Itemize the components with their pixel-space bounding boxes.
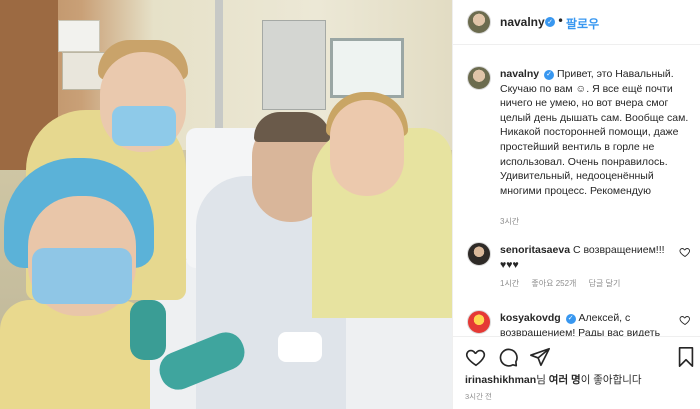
- likes-others[interactable]: 여러 명: [549, 374, 581, 386]
- caption-timestamp[interactable]: 3시간: [500, 216, 519, 227]
- likes-user[interactable]: irinashikhman: [465, 374, 536, 386]
- follow-button[interactable]: 팔로우: [566, 15, 599, 32]
- paper-plane-icon[interactable]: [529, 346, 551, 368]
- comment-avatar[interactable]: [467, 310, 491, 334]
- photo-man-hair: [254, 112, 330, 142]
- photo-bandage: [278, 332, 322, 362]
- heart-icon[interactable]: [679, 314, 691, 326]
- verified-badge-icon: ✓: [565, 314, 576, 324]
- bookmark-icon[interactable]: [675, 346, 697, 368]
- photo-girl-gown: [0, 300, 150, 409]
- comment-avatar[interactable]: [467, 242, 491, 266]
- verified-badge-icon: ✓: [544, 70, 555, 80]
- photo-glove: [130, 300, 166, 360]
- comment-username[interactable]: kosyakovdg: [500, 312, 561, 324]
- post-timestamp[interactable]: 3시간 전: [465, 391, 492, 402]
- likes-middle: 님: [536, 374, 549, 386]
- author-avatar[interactable]: [467, 10, 491, 34]
- photo-monitor: [330, 38, 404, 98]
- heart-icon[interactable]: [465, 346, 487, 368]
- caption-body: Привет, это Навальный. Скучаю по вам ☺. …: [500, 68, 689, 197]
- photo-woman-face: [330, 100, 404, 196]
- post-photo[interactable]: [0, 0, 452, 409]
- comment-text: kosyakovdg ✓ Алексей, с возвращением! Ра…: [500, 311, 670, 336]
- comment-timestamp[interactable]: 1시간: [500, 279, 519, 288]
- verified-badge-icon: ✓: [545, 17, 555, 27]
- comment-likes-count[interactable]: 좋아요 252개: [531, 279, 576, 288]
- reply-button[interactable]: 답글 달기: [589, 279, 621, 288]
- photo-boy-mask: [112, 106, 176, 146]
- photo-girl-mask: [32, 248, 132, 304]
- heart-icon[interactable]: [679, 246, 691, 258]
- comment-username[interactable]: senoritasaeva: [500, 244, 570, 256]
- caption-username[interactable]: navalny: [500, 68, 539, 80]
- separator-dot: •: [557, 14, 565, 28]
- author-username[interactable]: navalny: [500, 15, 545, 29]
- post-actions-bar: [453, 336, 700, 376]
- likes-summary[interactable]: irinashikhman님 여러 명이 좋아합니다: [465, 372, 642, 387]
- photo-medical-machine: [262, 20, 326, 110]
- comments-list[interactable]: navalny ✓ Привет, это Навальный. Скучаю …: [453, 46, 700, 336]
- comment-icon[interactable]: [497, 346, 519, 368]
- caption-text: navalny ✓ Привет, это Навальный. Скучаю …: [500, 67, 696, 198]
- photo-poster: [58, 20, 100, 52]
- post-header: navalny ✓ • 팔로우: [453, 0, 700, 45]
- comment-meta: 1시간 좋아요 252개 답글 달기: [500, 278, 630, 289]
- likes-suffix: 이 좋아합니다: [580, 374, 642, 386]
- caption-avatar[interactable]: [467, 66, 491, 90]
- comment-text: senoritasaeva С возвращением!!! ♥♥♥: [500, 243, 670, 272]
- post-side-panel: navalny ✓ • 팔로우 navalny ✓ Привет, это На…: [452, 0, 700, 409]
